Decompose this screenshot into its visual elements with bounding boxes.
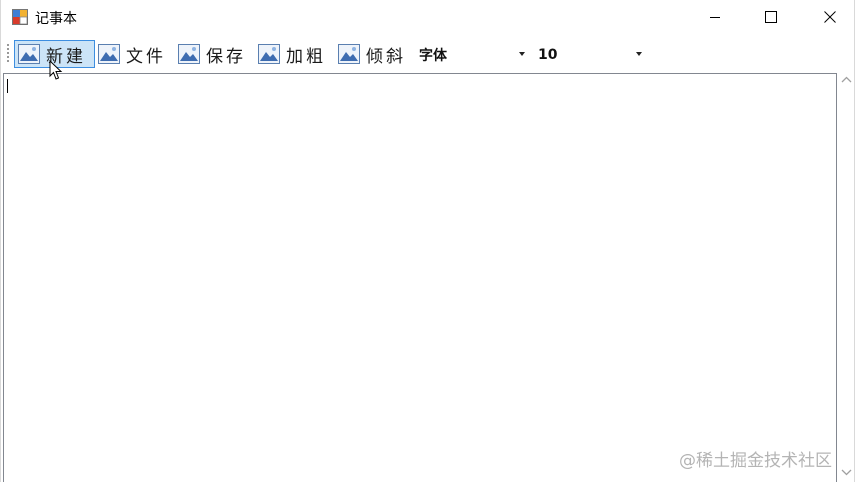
italic-button[interactable]: 倾斜 — [335, 40, 415, 68]
font-combobox[interactable]: 字体 — [419, 45, 527, 65]
notepad-window: 记事本 新建 文件 保存 加粗 倾斜 字体 10 @稀土掘金技术社区 — [0, 0, 855, 482]
maximize-icon — [765, 11, 777, 23]
chevron-down-icon — [519, 52, 525, 56]
mouse-pointer-icon — [49, 60, 63, 80]
italic-button-label: 倾斜 — [366, 46, 406, 67]
size-combobox[interactable]: 10 — [538, 45, 646, 65]
toolbar-grip[interactable] — [7, 44, 10, 64]
text-editor[interactable] — [3, 73, 837, 482]
text-caret — [7, 79, 8, 93]
window-title: 记事本 — [35, 11, 77, 27]
app-icon — [12, 9, 28, 25]
scroll-up-icon[interactable] — [841, 76, 852, 84]
picture-icon — [338, 44, 360, 64]
bold-button[interactable]: 加粗 — [255, 40, 335, 68]
title-bar: 记事本 — [1, 0, 854, 36]
minimize-button[interactable] — [692, 0, 738, 34]
picture-icon — [98, 44, 120, 64]
close-icon — [824, 11, 836, 23]
picture-icon — [258, 44, 280, 64]
close-button[interactable] — [807, 0, 853, 34]
picture-icon — [178, 44, 200, 64]
picture-icon — [18, 44, 40, 64]
maximize-button[interactable] — [748, 0, 794, 34]
file-button-label: 文件 — [126, 46, 166, 67]
scroll-down-icon[interactable] — [841, 468, 852, 476]
save-button-label: 保存 — [206, 46, 246, 67]
save-button[interactable]: 保存 — [175, 40, 255, 68]
minimize-icon — [710, 17, 720, 18]
file-button[interactable]: 文件 — [95, 40, 175, 68]
size-combobox-value: 10 — [538, 47, 558, 63]
chevron-down-icon — [636, 52, 642, 56]
toolbar: 新建 文件 保存 加粗 倾斜 字体 10 — [1, 38, 854, 72]
watermark: @稀土掘金技术社区 — [679, 451, 832, 471]
font-combobox-value: 字体 — [419, 48, 447, 64]
bold-button-label: 加粗 — [286, 46, 326, 67]
